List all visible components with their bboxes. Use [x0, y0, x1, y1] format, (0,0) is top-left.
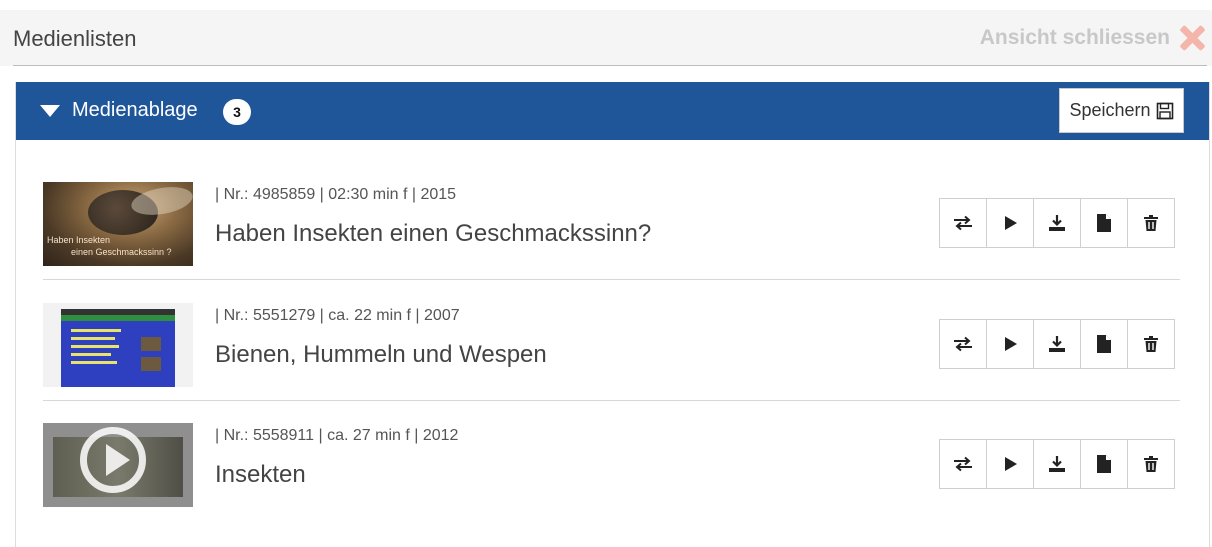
play-button[interactable] [986, 319, 1034, 369]
header: Medienlisten Ansicht schliessen [0, 10, 1212, 66]
thumbnail-caption: Haben Insekten [47, 235, 111, 245]
save-button[interactable]: Speichern [1059, 88, 1184, 133]
document-button[interactable] [1080, 439, 1128, 489]
document-icon [1097, 455, 1111, 473]
transfer-button[interactable] [939, 198, 987, 248]
media-thumbnail[interactable]: Haben Insekten einen Geschmackssinn ? [43, 182, 193, 266]
document-button[interactable] [1080, 198, 1128, 248]
play-icon [1002, 215, 1018, 231]
slide-image [61, 309, 175, 387]
transfer-icon [953, 456, 973, 472]
trash-icon [1144, 336, 1158, 352]
collapse-caret-icon[interactable] [40, 105, 60, 117]
action-group [939, 319, 1175, 369]
download-button[interactable] [1033, 198, 1081, 248]
transfer-button[interactable] [939, 439, 987, 489]
download-icon [1048, 335, 1066, 353]
media-meta: | Nr.: 5558911 | ca. 27 min f | 2012 [215, 427, 459, 444]
document-icon [1097, 335, 1111, 353]
panel-header: Medienablage 3 Speichern [16, 82, 1209, 140]
media-panel: Medienablage 3 Speichern Haben Insekten … [15, 82, 1210, 547]
media-meta: | Nr.: 4985859 | 02:30 min f | 2015 [215, 186, 457, 203]
document-button[interactable] [1080, 319, 1128, 369]
row-divider [43, 279, 1180, 280]
play-icon [1002, 456, 1018, 472]
download-button[interactable] [1033, 319, 1081, 369]
count-badge: 3 [223, 99, 251, 125]
download-button[interactable] [1033, 439, 1081, 489]
media-meta: | Nr.: 5551279 | ca. 22 min f | 2007 [215, 307, 460, 324]
delete-button[interactable] [1127, 439, 1175, 489]
media-title[interactable]: Insekten [215, 461, 306, 489]
action-group [939, 198, 1175, 248]
trash-icon [1144, 215, 1158, 231]
download-icon [1048, 455, 1066, 473]
header-divider [13, 65, 1207, 66]
document-icon [1097, 214, 1111, 232]
play-button[interactable] [986, 439, 1034, 489]
media-row: | Nr.: 5558911 | ca. 27 min f | 2012 Ins… [43, 401, 1180, 521]
media-thumbnail[interactable] [43, 303, 193, 387]
media-row: Haben Insekten einen Geschmackssinn ? | … [43, 160, 1180, 280]
transfer-icon [953, 215, 973, 231]
play-button[interactable] [986, 198, 1034, 248]
delete-button[interactable] [1127, 319, 1175, 369]
close-view-button[interactable]: Ansicht schliessen [980, 24, 1206, 52]
thumbnail-caption: einen Geschmackssinn ? [71, 247, 172, 257]
download-icon [1048, 214, 1066, 232]
save-label: Speichern [1069, 100, 1151, 120]
close-view-label: Ansicht schliessen [979, 26, 1170, 49]
media-title[interactable]: Haben Insekten einen Geschmackssinn? [215, 220, 651, 248]
floppy-disk-icon [1156, 102, 1174, 120]
media-title[interactable]: Bienen, Hummeln und Wespen [215, 341, 547, 369]
media-thumbnail[interactable] [43, 423, 193, 507]
delete-button[interactable] [1127, 198, 1175, 248]
action-group [939, 439, 1175, 489]
transfer-button[interactable] [939, 319, 987, 369]
media-row: | Nr.: 5551279 | ca. 22 min f | 2007 Bie… [43, 281, 1180, 401]
close-icon [1178, 24, 1206, 52]
play-icon [1002, 336, 1018, 352]
transfer-icon [953, 336, 973, 352]
page-title: Medienlisten [13, 26, 137, 51]
trash-icon [1144, 456, 1158, 472]
panel-title[interactable]: Medienablage [72, 99, 198, 122]
